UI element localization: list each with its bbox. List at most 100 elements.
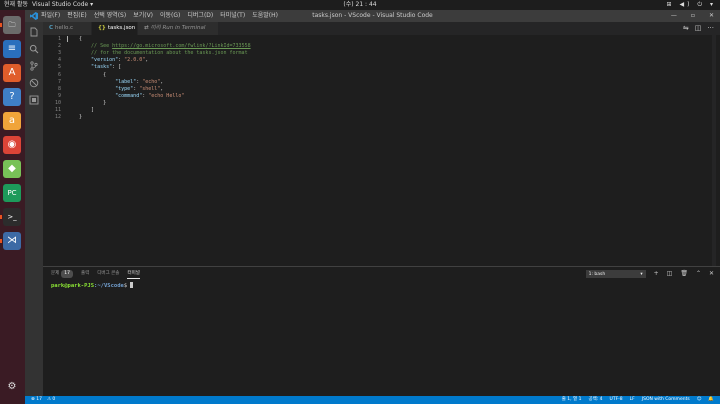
- line-number: 7: [57, 78, 61, 85]
- panel-tabs: 문제 17 출력 디버그 콘솔 터미널: [51, 270, 140, 279]
- open-changes-icon[interactable]: ⇋: [683, 22, 689, 35]
- tab-label: tasks.json: [107, 25, 136, 31]
- split-terminal-icon[interactable]: ◫: [667, 269, 673, 278]
- ubuntu-software-icon[interactable]: A: [3, 64, 21, 82]
- close-button[interactable]: ✕: [709, 10, 714, 22]
- editor-tabs: Chello.c {} tasks.json ⇄ 미리 Run in Termina…: [43, 22, 720, 35]
- code-line[interactable]: {: [79, 36, 82, 42]
- code-token: https://go.microsoft.com/fwlink/?LinkId=…: [112, 43, 251, 50]
- tab-debug-console[interactable]: 디버그 콘솔: [97, 270, 119, 279]
- menu-item[interactable]: 도움말(H): [252, 10, 278, 22]
- code-line[interactable]: // for the documentation about the tasks…: [79, 50, 248, 56]
- line-number: 3: [57, 50, 61, 57]
- line-ending[interactable]: LF: [630, 396, 635, 404]
- line-number: 5: [57, 64, 61, 71]
- minimize-button[interactable]: —: [671, 10, 677, 22]
- indentation[interactable]: 공백: 4: [588, 396, 602, 404]
- code-line[interactable]: {: [79, 72, 106, 78]
- code-line[interactable]: "label": "echo",: [79, 79, 163, 85]
- line-number: 11: [54, 107, 61, 113]
- tab-problems[interactable]: 문제 17: [51, 270, 74, 279]
- vscode-logo-icon: [30, 12, 38, 20]
- maximize-panel-icon[interactable]: ⌃: [696, 269, 701, 278]
- search-icon[interactable]: [29, 44, 39, 54]
- settings-gear-icon[interactable]: ⚙: [3, 378, 21, 396]
- help-icon[interactable]: ?: [3, 88, 21, 106]
- code-line[interactable]: // See https://go.microsoft.com/fwlink/?…: [79, 43, 251, 49]
- clock[interactable]: (수) 21 : 44: [0, 0, 720, 10]
- preview-icon: ⇄: [144, 25, 149, 31]
- terminal-cursor: [130, 282, 134, 288]
- terminal-icon[interactable]: >_: [3, 208, 21, 226]
- tab-hello-c[interactable]: Chello.c: [43, 22, 91, 35]
- warnings-indicator[interactable]: ⚠ 0: [47, 396, 55, 404]
- activity-bar: [25, 22, 43, 396]
- system-tray[interactable]: ⊞ ◀) ⏻ ▾: [667, 0, 716, 10]
- line-number: 1: [57, 36, 61, 42]
- code-token: }: [79, 99, 107, 106]
- code-line[interactable]: }: [79, 114, 82, 120]
- tab-output[interactable]: 출력: [81, 270, 89, 279]
- code-line[interactable]: "version": "2.0.0",: [79, 57, 148, 63]
- tab-tasks-json[interactable]: {} tasks.json: [92, 22, 137, 35]
- new-terminal-icon[interactable]: +: [654, 269, 659, 278]
- code-editor[interactable]: 1 2 3 4 5 6 7 8 9 10 11 12 { // See https://go.micr…: [43, 35, 720, 266]
- files-icon[interactable]: 🗀: [3, 16, 21, 34]
- code-token: "echo": [142, 78, 161, 85]
- code-token: : [: [112, 64, 122, 71]
- feedback-icon[interactable]: ☺: [697, 396, 702, 404]
- close-panel-icon[interactable]: ✕: [709, 269, 714, 278]
- menu-item[interactable]: 선택 영역(S): [94, 10, 126, 22]
- editor-scrollbar[interactable]: [712, 35, 716, 266]
- code-line[interactable]: "command": "echo Hello": [79, 93, 184, 99]
- language-mode[interactable]: JSON with Comments: [642, 396, 690, 404]
- menu-item[interactable]: 편집(E): [67, 10, 87, 22]
- code-token: {: [79, 36, 83, 42]
- code-token: }: [79, 114, 83, 121]
- terminal-select[interactable]: 1: bash ▾: [585, 269, 646, 278]
- line-number: 4: [57, 57, 61, 64]
- code-line[interactable]: "type": "shell",: [79, 86, 163, 92]
- more-actions-icon[interactable]: ···: [707, 22, 714, 35]
- cursor-position[interactable]: 줄 1, 열 1: [562, 396, 582, 404]
- tab-run-in-terminal[interactable]: ⇄ 미리 Run in Terminal: [138, 22, 218, 35]
- tab-label: hello.c: [55, 25, 74, 31]
- debug-icon[interactable]: [29, 78, 39, 88]
- running-indicator: [0, 239, 2, 243]
- code-line[interactable]: "tasks": [: [79, 64, 121, 70]
- menu-bar: 파일(F) 편집(E) 선택 영역(S) 보기(V) 이동(G) 디버그(D) 터미널(T)…: [41, 10, 278, 22]
- vscode-icon[interactable]: ⋊: [3, 232, 21, 250]
- maximize-button[interactable]: ▫: [691, 10, 695, 22]
- menu-item[interactable]: 보기(V): [133, 10, 153, 22]
- menu-item[interactable]: 터미널(T): [220, 10, 245, 22]
- tab-terminal[interactable]: 터미널: [127, 270, 140, 279]
- code-token: "label": [115, 78, 137, 85]
- code-line[interactable]: ]: [79, 107, 94, 113]
- terminal-output[interactable]: park@park-PJS:~/VScode$: [51, 282, 134, 289]
- libreoffice-writer-icon[interactable]: ≡: [3, 40, 21, 58]
- pycharm-icon[interactable]: PC: [3, 184, 21, 202]
- code-token: // for the documentation about the tasks…: [79, 50, 248, 57]
- trash-icon[interactable]: 🗑: [680, 269, 688, 278]
- menu-item[interactable]: 디버그(D): [187, 10, 213, 22]
- terminal-select-value: 1: bash: [588, 271, 606, 277]
- amazon-icon[interactable]: a: [3, 112, 21, 130]
- split-editor-icon[interactable]: ◫: [695, 22, 702, 35]
- code-line[interactable]: }: [79, 100, 106, 106]
- encoding[interactable]: UTF-8: [610, 396, 623, 404]
- extensions-icon[interactable]: [29, 95, 39, 105]
- code-token: "tasks": [91, 64, 113, 71]
- explorer-icon[interactable]: [29, 27, 39, 37]
- system-top-bar: 현재 활동 Visual Studio Code ▾ (수) 21 : 44 ⊞…: [0, 0, 720, 10]
- code-token: "command": [115, 92, 143, 99]
- chrome-icon[interactable]: ◉: [3, 136, 21, 154]
- android-studio-icon[interactable]: ◆: [3, 160, 21, 178]
- notifications-bell-icon[interactable]: 🔔: [708, 396, 714, 404]
- line-number: 9: [57, 92, 61, 99]
- menu-item[interactable]: 파일(F): [41, 10, 60, 22]
- source-control-icon[interactable]: [29, 61, 39, 71]
- errors-indicator[interactable]: ⊗ 17: [31, 396, 42, 404]
- menu-item[interactable]: 이동(G): [160, 10, 180, 22]
- code-token: // See: [79, 43, 113, 50]
